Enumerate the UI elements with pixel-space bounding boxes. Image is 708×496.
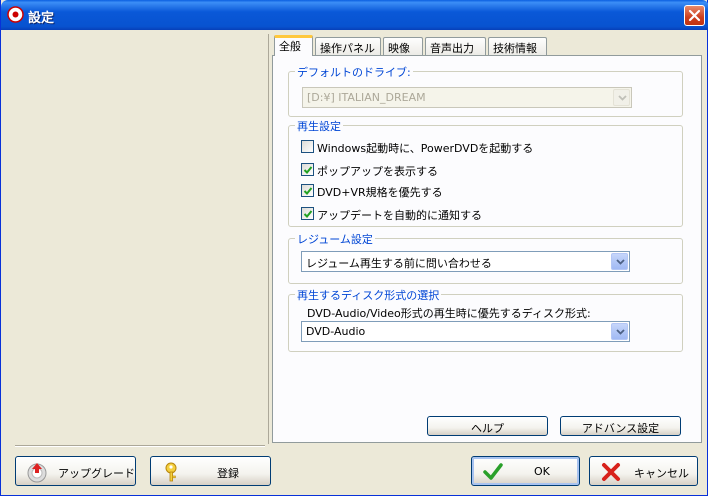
settings-dialog: 設定 全般 操作パネル 映像 音声出力 技術情報 デフォルトのドライブ: [D:…	[0, 0, 708, 496]
tab-technical-info[interactable]: 技術情報	[488, 37, 547, 55]
ok-button[interactable]: OK	[471, 456, 580, 486]
button-label: OK	[534, 465, 550, 478]
check-icon	[483, 463, 503, 480]
disc-format-description: DVD-Audio/Video形式の再生時に優先するディスク形式:	[307, 307, 591, 320]
resume-mode-select[interactable]: レジューム再生する前に問い合わせる	[301, 251, 630, 272]
advanced-settings-button[interactable]: アドバンス設定	[560, 416, 681, 436]
group-title: レジューム設定	[295, 231, 375, 247]
dropdown-button[interactable]	[613, 89, 630, 106]
app-icon	[7, 6, 24, 23]
close-button[interactable]	[684, 5, 705, 26]
check-icon	[303, 166, 313, 174]
title-bar[interactable]: 設定	[1, 0, 708, 30]
combo-value: [D:¥] ITALIAN_DREAM	[307, 91, 426, 104]
tab-label: 操作パネル	[320, 42, 375, 55]
checkbox[interactable]	[301, 140, 314, 153]
checkbox-label: DVD+VR規格を優先する	[317, 186, 443, 199]
checkbox-label: Windows起動時に、PowerDVDを起動する	[317, 142, 534, 155]
tab-control-panel[interactable]: 操作パネル	[315, 37, 381, 55]
checkbox[interactable]	[301, 163, 314, 176]
tab-audio-output[interactable]: 音声出力	[425, 37, 486, 55]
combo-value: DVD-Audio	[306, 325, 366, 338]
button-label: ヘルプ	[471, 422, 504, 435]
group-title: デフォルトのドライブ:	[295, 64, 413, 80]
cancel-button[interactable]: キャンセル	[589, 456, 698, 486]
tab-label: 技術情報	[493, 42, 537, 55]
group-title: 再生するディスク形式の選択	[295, 287, 442, 303]
help-button[interactable]: ヘルプ	[427, 416, 548, 436]
tab-label: 映像	[388, 42, 410, 55]
window-title: 設定	[28, 11, 55, 26]
cancel-x-icon	[602, 463, 620, 481]
disc-format-select[interactable]: DVD-Audio	[301, 321, 630, 342]
button-label: アップグレード	[58, 467, 135, 480]
chevron-down-icon	[616, 259, 625, 265]
check-icon	[303, 210, 313, 218]
checkbox-label: アップデートを自動的に通知する	[317, 209, 482, 222]
combo-value: レジューム再生する前に問い合わせる	[306, 257, 492, 270]
tab-label: 全般	[279, 40, 301, 53]
left-divider	[15, 445, 265, 447]
button-label: 登録	[217, 467, 239, 480]
chevron-down-icon	[618, 95, 627, 101]
tab-video[interactable]: 映像	[383, 37, 423, 55]
check-icon	[303, 187, 313, 195]
group-title: 再生設定	[295, 118, 343, 134]
button-label: キャンセル	[634, 467, 689, 480]
checkbox[interactable]	[301, 184, 314, 197]
register-button[interactable]: 登録	[150, 456, 271, 486]
tab-general[interactable]: 全般	[274, 35, 313, 56]
chevron-down-icon	[616, 329, 625, 335]
close-icon	[688, 9, 701, 22]
dropdown-button[interactable]	[611, 253, 628, 270]
default-drive-select[interactable]: [D:¥] ITALIAN_DREAM	[302, 87, 632, 108]
checkbox-label: ポップアップを表示する	[317, 165, 438, 178]
category-panel	[5, 34, 269, 444]
upgrade-icon	[27, 463, 47, 483]
key-icon	[165, 462, 177, 482]
button-label: アドバンス設定	[581, 422, 660, 435]
dropdown-button[interactable]	[611, 323, 628, 340]
checkbox[interactable]	[301, 207, 314, 220]
tab-label: 音声出力	[430, 42, 474, 55]
upgrade-button[interactable]: アップグレード	[15, 456, 136, 486]
